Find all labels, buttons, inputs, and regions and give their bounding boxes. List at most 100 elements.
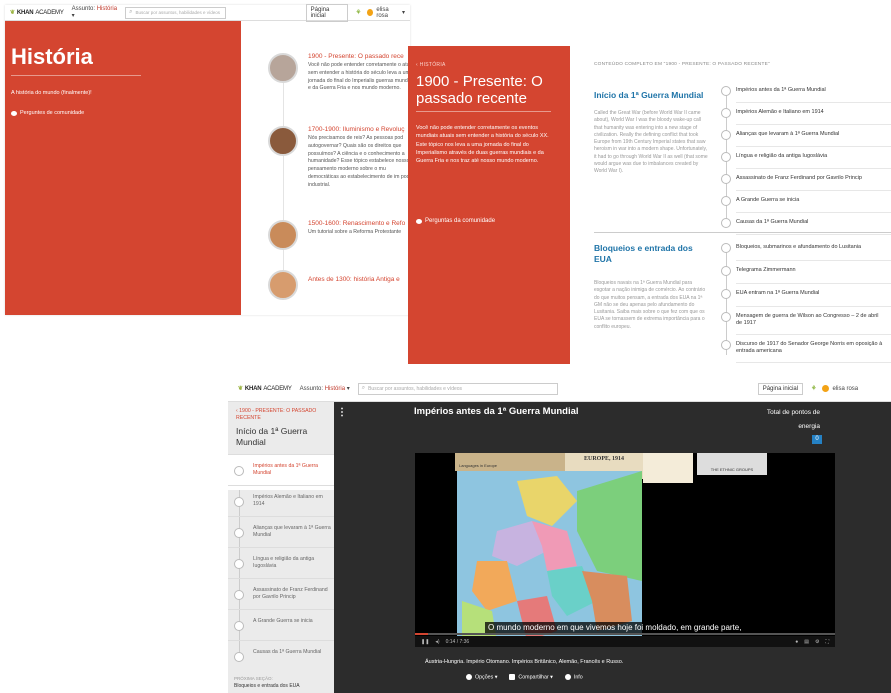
- leaf-icon: ❦: [238, 386, 243, 392]
- lesson-link[interactable]: Bloqueios, submarinos e afundamento do L…: [736, 244, 886, 251]
- topbar: ❦ KHAN ACADEMY Assunto: História ▾ ⌕ Buscar…: [228, 376, 891, 402]
- lesson-link[interactable]: Telegrama Zimmermann: [736, 267, 886, 274]
- community-questions-link[interactable]: Perguntas da comunidade: [416, 218, 495, 224]
- topic-title[interactable]: 1500-1600: Renascimento e Refo: [308, 220, 405, 227]
- lesson-circle-icon: [721, 152, 731, 162]
- avatar: [367, 9, 374, 16]
- progress-fill: [415, 633, 428, 635]
- back-link-historia[interactable]: ‹ HISTÓRIA: [416, 62, 446, 68]
- home-button[interactable]: Página inicial: [757, 382, 804, 395]
- lesson-link[interactable]: EUA entram na 1ª Guerra Mundial: [736, 290, 886, 297]
- map-inset-right: THE ETHNIC GROUPS: [697, 453, 767, 475]
- lesson-divider: [736, 362, 891, 363]
- progress-bar[interactable]: [415, 633, 835, 635]
- lesson-circle-icon: [234, 497, 244, 507]
- section-title-2[interactable]: Bloqueios e entrada dos EUA: [594, 243, 709, 265]
- lesson-circle-icon: [721, 130, 731, 140]
- topic-title[interactable]: Antes de 1300: história Antiga e: [308, 276, 400, 283]
- lesson-divider: [736, 283, 891, 284]
- sidebar-lesson-label: Assassinato de Franz Ferdinand por Gavri…: [253, 587, 328, 601]
- topic-thumbnail: [268, 220, 298, 250]
- lesson-circle-icon: [721, 289, 731, 299]
- search-icon: ⌕: [129, 9, 133, 15]
- topic-desc: Nós precisamos de reis? As pessoas pod a…: [308, 135, 415, 188]
- pause-icon[interactable]: ❚❚: [421, 639, 429, 645]
- info-button[interactable]: Info: [564, 674, 583, 680]
- lesson-circle-icon: [721, 86, 731, 96]
- time-display: 0:14 / 7:36: [445, 638, 470, 645]
- sidebar-lesson-item[interactable]: Causas da 1ª Guerra Mundial: [228, 640, 334, 676]
- lesson-link[interactable]: Discurso de 1917 do Senador George Norri…: [736, 341, 886, 356]
- next-section[interactable]: PRÓXIMA SEÇÃO: Bloqueios e entrada dos EU…: [234, 676, 300, 689]
- volume-icon[interactable]: ◂): [435, 639, 439, 645]
- menu-icon[interactable]: ⋮: [337, 407, 347, 418]
- map-inset-left: Languages in Europe: [455, 453, 565, 471]
- lesson-link[interactable]: A Grande Guerra se inicia: [736, 197, 886, 204]
- captions-icon[interactable]: ▤: [804, 639, 809, 645]
- topic-thumbnail: [268, 53, 298, 83]
- section-title-1[interactable]: Início da 1ª Guerra Mundial: [594, 90, 714, 101]
- search-input[interactable]: ⌕ Buscar por assuntos, habilidades e víde…: [357, 382, 558, 395]
- lesson-link[interactable]: Assassinato de Franz Ferdinand por Gavri…: [736, 175, 886, 182]
- lesson-line: [726, 245, 727, 355]
- lesson-circle-icon: [721, 218, 731, 228]
- content-header: CONTEÚDO COMPLETO EM "1900 - PRESENTE: O…: [594, 62, 770, 67]
- leaf-icon: ❦: [10, 10, 15, 16]
- page-subtitle: A história do mundo (finalmente)!: [11, 90, 92, 96]
- video-title: Impérios antes da 1ª Guerra Mundial: [414, 406, 579, 417]
- home-button[interactable]: Página inicial: [305, 3, 348, 22]
- lesson-link[interactable]: Mensagem de guerra de Wilson ao Congress…: [736, 313, 886, 328]
- user-menu[interactable]: elisa rosa ▾: [367, 7, 405, 19]
- topic-thumbnail: [268, 126, 298, 156]
- breadcrumb[interactable]: ‹ 1900 - PRESENTE: O PASSADO RECENTE: [236, 408, 331, 421]
- topic-desc: Um tutorial sobre a Reforma Protestante: [308, 229, 402, 235]
- lesson-circle-icon: [721, 266, 731, 276]
- sidebar-lesson-label: Impérios Alemão e Italiano em 1914: [253, 494, 323, 508]
- lesson-circle-icon: [721, 174, 731, 184]
- khan-logo[interactable]: ❦ KHAN ACADEMY: [238, 385, 292, 393]
- share-icon: [509, 674, 516, 680]
- topic-description: Você não pode entender corretamente os e…: [416, 125, 549, 165]
- lesson-divider: [736, 260, 891, 261]
- share-button[interactable]: Compartilhar ▾: [509, 674, 553, 680]
- lesson-link[interactable]: Causas da 1ª Guerra Mundial: [736, 219, 886, 226]
- record-icon[interactable]: ●: [795, 639, 798, 645]
- section-title: Início da 1ª Guerra Mundial: [236, 426, 308, 447]
- video-controls: ❚❚ ◂) 0:14 / 7:36 ● ▤ ⚙ ⛶: [415, 636, 835, 647]
- sidebar-lesson-label: A Grande Guerra se inicia: [253, 618, 313, 624]
- lesson-circle-icon: [721, 312, 731, 322]
- lesson-circle-icon: [721, 340, 731, 350]
- khan-logo[interactable]: ❦ KHAN ACADEMY: [10, 9, 64, 17]
- topic-desc: Você não pode entender corretamente o at…: [308, 62, 417, 92]
- sidebar-lesson-label: Impérios antes da 1ª Guerra Mundial: [253, 463, 319, 477]
- subject-dropdown[interactable]: Assunto: História ▾: [72, 6, 117, 19]
- fullscreen-icon[interactable]: ⛶: [825, 639, 829, 645]
- lesson-link[interactable]: Impérios Alemão e Italiano em 1914: [736, 109, 886, 116]
- energy-points-icon[interactable]: ⚘: [811, 385, 816, 392]
- community-link[interactable]: Perguntes de comunidade: [11, 110, 84, 116]
- lesson-circle-icon: [234, 466, 244, 476]
- section-separator: [594, 232, 891, 233]
- video-player[interactable]: Languages in Europe EUROPE, 1914 THE ETH…: [415, 453, 835, 647]
- timeline-line: [283, 80, 284, 290]
- search-input[interactable]: ⌕ Buscar por assuntos, habilidades e víde…: [125, 6, 226, 19]
- lesson-link[interactable]: Língua e religião da antiga Iugoslávia: [736, 153, 886, 160]
- subject-dropdown[interactable]: Assunto: História ▾: [300, 385, 350, 392]
- energy-points-label: Total de pontos de energia: [766, 409, 820, 430]
- energy-points-icon[interactable]: ⚘: [356, 9, 361, 16]
- lesson-link[interactable]: Impérios antes da 1ª Guerra Mundial: [736, 87, 886, 94]
- section-desc-2: Bloqueios navais na 1ª Guerra Mundial pa…: [594, 280, 706, 330]
- divider: [416, 111, 551, 112]
- topic-title[interactable]: 1900 - Presente: O passado rece: [308, 53, 404, 60]
- sidebar-lesson-label: Alianças que levaram à 1ª Guerra Mundial: [253, 525, 331, 539]
- user-menu[interactable]: elisa rosa: [822, 385, 858, 392]
- map-legend: [643, 453, 693, 483]
- lesson-link[interactable]: Alianças que levaram à 1ª Guerra Mundial: [736, 131, 886, 138]
- lesson-divider: [736, 306, 891, 307]
- page-title: História: [11, 44, 93, 69]
- lesson-circle-icon: [721, 243, 731, 253]
- topic-title[interactable]: 1700-1900: Iluminismo e Revoluç: [308, 126, 404, 133]
- options-button[interactable]: Opções ▾: [466, 674, 497, 680]
- lesson-divider: [736, 334, 891, 335]
- settings-icon[interactable]: ⚙: [815, 639, 819, 645]
